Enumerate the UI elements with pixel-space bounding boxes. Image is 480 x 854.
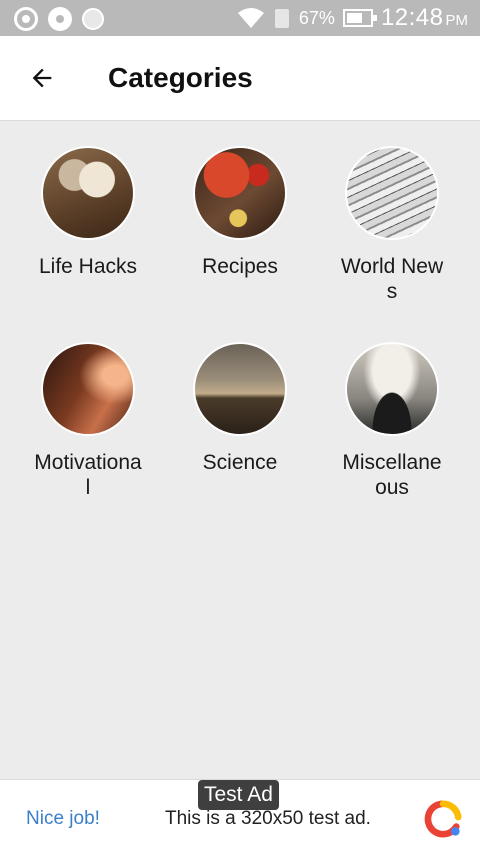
category-label: World News: [340, 255, 444, 303]
status-right-icons: 67% 12:48 PM: [237, 4, 468, 32]
wifi-icon: [237, 8, 264, 28]
recipes-thumbnail: [193, 146, 287, 240]
science-thumbnail: [193, 342, 287, 436]
category-label: Recipes: [202, 255, 278, 278]
battery-level: [346, 13, 362, 23]
ad-logo-icon[interactable]: [424, 800, 462, 838]
ad-banner[interactable]: Test Ad Nice job! This is a 320x50 test …: [0, 779, 480, 854]
category-label: Miscellaneous: [342, 451, 442, 499]
category-science[interactable]: Science: [165, 342, 315, 475]
ad-description: This is a 320x50 test ad.: [165, 808, 371, 829]
category-label: Motivational: [34, 451, 142, 499]
back-button[interactable]: [18, 56, 66, 100]
world-news-thumbnail: [345, 146, 439, 240]
notification-icon: [14, 7, 38, 31]
app-bar: Categories: [0, 36, 480, 121]
battery-charging-icon: [342, 9, 377, 27]
ad-nice-job-link[interactable]: Nice job!: [26, 808, 100, 830]
battery-percent: 67%: [298, 7, 335, 28]
disc-icon: [48, 7, 72, 31]
category-motivational[interactable]: Motivational: [13, 342, 163, 500]
status-left-icons: [14, 7, 104, 31]
category-miscellaneous[interactable]: Miscellaneous: [317, 342, 467, 500]
motivational-thumbnail: [41, 342, 135, 436]
test-ad-badge: Test Ad: [198, 780, 279, 810]
clock: 12:48 PM: [381, 4, 468, 32]
miscellaneous-thumbnail: [345, 342, 439, 436]
clock-time: 12:48: [380, 4, 444, 31]
category-recipes[interactable]: Recipes: [165, 146, 315, 279]
life-hacks-thumbnail: [41, 146, 135, 240]
page-title: Categories: [108, 62, 253, 93]
category-world-news[interactable]: World News: [317, 146, 467, 304]
signal-icon: [274, 9, 289, 28]
arrow-left-icon: [32, 68, 52, 88]
category-label: Science: [202, 451, 278, 474]
category-label: Life Hacks: [38, 255, 138, 278]
circle-icon: [82, 8, 104, 30]
status-bar: 67% 12:48 PM: [0, 0, 480, 36]
clock-ampm: PM: [445, 12, 469, 29]
category-life-hacks[interactable]: Life Hacks: [13, 146, 163, 279]
